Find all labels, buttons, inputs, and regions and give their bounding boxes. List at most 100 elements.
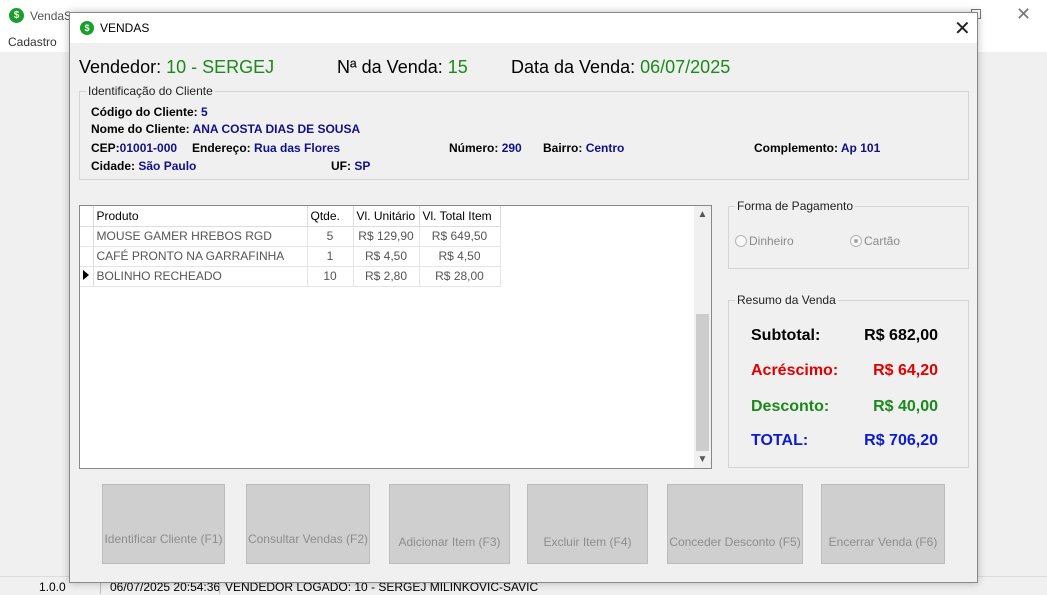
close-icon[interactable]: ✕ — [1016, 4, 1031, 25]
current-row-arrow-icon — [83, 270, 89, 280]
conceder-desconto-label: Conceder Desconto (F5) — [669, 535, 801, 549]
items-grid[interactable]: Produto Qtde. Vl. Unitário Vl. Total Ite… — [79, 205, 712, 469]
row-header[interactable] — [80, 266, 94, 287]
client-complement-value: Ap 101 — [840, 141, 881, 155]
identificar-cliente-button[interactable]: Identificar Cliente (F1) — [102, 484, 225, 564]
cell-vl-total[interactable]: R$ 28,00 — [419, 266, 501, 287]
cell-vl-total[interactable]: R$ 649,50 — [419, 226, 501, 247]
column-header-vl-total[interactable]: Vl. Total Item — [419, 206, 501, 227]
column-header-vl-unitario[interactable]: Vl. Unitário — [353, 206, 420, 227]
client-neighborhood: Bairro: Centro — [543, 141, 624, 155]
radio-cartao-label: Cartão — [864, 234, 901, 248]
acrescimo-label: Acréscimo: — [751, 362, 839, 379]
client-number-value: 290 — [501, 141, 522, 155]
client-neighborhood-label: Bairro: — [543, 141, 583, 155]
client-city-label: Cidade: — [91, 159, 136, 173]
radio-dinheiro[interactable]: Dinheiro — [735, 234, 794, 248]
identificar-cliente-label: Identificar Cliente (F1) — [104, 532, 223, 546]
total-value: R$ 706,20 — [864, 432, 938, 449]
cell-vl-unitario[interactable]: R$ 129,90 — [353, 226, 420, 247]
client-address-label: Endereço: — [192, 141, 251, 155]
table-row[interactable]: MOUSE GAMER HREBOS RGD 5 R$ 129,90 R$ 64… — [80, 226, 501, 247]
client-complement-label: Complemento: — [754, 141, 838, 155]
consultar-vendas-button[interactable]: Consultar Vendas (F2) — [246, 484, 370, 564]
radio-cartao[interactable]: Cartão — [850, 234, 900, 248]
vendas-dialog: $ VENDAS ✕ Vendedor: 10 - SERGEJ Nª da V… — [69, 12, 978, 583]
cell-produto[interactable]: CAFÉ PRONTO NA GARRAFINHA — [93, 246, 308, 267]
excluir-item-button[interactable]: Excluir Item (F4) — [527, 484, 648, 564]
cell-produto[interactable]: BOLINHO RECHEADO — [93, 266, 308, 287]
items-table: Produto Qtde. Vl. Unitário Vl. Total Ite… — [80, 206, 501, 287]
client-number-label: Número: — [449, 141, 499, 155]
vendedor-label: Vendedor: — [79, 57, 162, 77]
grid-vertical-scrollbar[interactable]: ▲ ▼ — [694, 206, 711, 468]
radio-dinheiro-circle[interactable] — [735, 235, 747, 247]
client-cep-label: CEP: — [91, 141, 120, 155]
close-icon[interactable]: ✕ — [954, 16, 971, 41]
client-code: Código do Cliente: 5 — [91, 105, 208, 119]
cell-qtde[interactable]: 5 — [307, 226, 354, 247]
cell-qtde[interactable]: 10 — [307, 266, 354, 287]
client-cep: CEP:01001-000 — [91, 141, 177, 155]
venda-number-value: 15 — [447, 57, 468, 77]
adicionar-item-button[interactable]: Adicionar Item (F3) — [389, 484, 510, 564]
client-neighborhood-value: Centro — [585, 141, 625, 155]
radio-cartao-circle[interactable] — [850, 235, 862, 247]
acrescimo-value: R$ 64,20 — [873, 362, 938, 379]
cell-vl-total[interactable]: R$ 4,50 — [419, 246, 501, 267]
grid-header-row: Produto Qtde. Vl. Unitário Vl. Total Ite… — [80, 206, 501, 227]
client-number: Número: 290 — [449, 141, 522, 155]
client-state-label: UF: — [331, 159, 351, 173]
table-row[interactable]: CAFÉ PRONTO NA GARRAFINHA 1 R$ 4,50 R$ 4… — [80, 246, 501, 267]
table-row[interactable]: BOLINHO RECHEADO 10 R$ 2,80 R$ 28,00 — [80, 266, 501, 287]
scroll-thumb[interactable] — [696, 314, 709, 451]
client-group-legend: Identificação do Cliente — [88, 84, 213, 98]
client-address-value: Rua das Flores — [254, 141, 341, 155]
consultar-vendas-label: Consultar Vendas (F2) — [247, 532, 369, 546]
client-cep-value: 01001-000 — [119, 141, 178, 155]
status-version: 1.0.0 — [39, 580, 66, 594]
dialog-title: VENDAS — [100, 21, 150, 35]
client-name-label: Nome do Cliente: — [91, 122, 190, 136]
encerrar-venda-label: Encerrar Venda (F6) — [828, 535, 938, 549]
excluir-item-label: Excluir Item (F4) — [543, 535, 632, 549]
dollar-icon: $ — [80, 21, 94, 35]
main-window-title: VendaS — [30, 9, 73, 23]
dialog-titlebar: $ VENDAS ✕ — [70, 13, 977, 43]
client-city: Cidade: São Paulo — [91, 159, 196, 173]
venda-date-label: Data da Venda: — [511, 57, 636, 77]
column-header-produto[interactable]: Produto — [93, 206, 308, 227]
client-state-value: SP — [354, 159, 371, 173]
radio-dinheiro-label: Dinheiro — [749, 234, 794, 248]
vendedor-header: Vendedor: 10 - SERGEJ — [79, 57, 274, 78]
row-header-corner — [80, 206, 94, 227]
desconto-label: Desconto: — [751, 398, 830, 415]
adicionar-item-label: Adicionar Item (F3) — [398, 535, 501, 549]
venda-number-label: Nª da Venda: — [337, 57, 443, 77]
scroll-up-icon[interactable]: ▲ — [694, 206, 711, 223]
summary-group-legend: Resumo da Venda — [737, 293, 836, 307]
menu-item-cadastro[interactable]: Cadastro — [8, 35, 57, 49]
subtotal-value: R$ 682,00 — [864, 327, 938, 344]
venda-date-value: 06/07/2025 — [640, 57, 731, 77]
client-name: Nome do Cliente: ANA COSTA DIAS DE SOUSA — [91, 122, 360, 136]
desconto-value: R$ 40,00 — [873, 398, 938, 415]
subtotal-label: Subtotal: — [751, 327, 821, 344]
row-header[interactable] — [80, 246, 94, 267]
client-name-value: ANA COSTA DIAS DE SOUSA — [192, 122, 361, 136]
client-complement: Complemento: Ap 101 — [754, 141, 880, 155]
scroll-down-icon[interactable]: ▼ — [694, 451, 711, 468]
vendedor-value: 10 - SERGEJ — [166, 57, 275, 77]
client-code-value: 5 — [201, 105, 208, 119]
cell-vl-unitario[interactable]: R$ 4,50 — [353, 246, 420, 267]
column-header-qtde[interactable]: Qtde. — [307, 206, 354, 227]
payment-group-legend: Forma de Pagamento — [737, 199, 854, 213]
client-code-label: Código do Cliente: — [91, 105, 198, 119]
conceder-desconto-button[interactable]: Conceder Desconto (F5) — [667, 484, 803, 564]
row-header[interactable] — [80, 226, 94, 247]
encerrar-venda-button[interactable]: Encerrar Venda (F6) — [821, 484, 945, 564]
dollar-icon: $ — [9, 8, 24, 23]
cell-vl-unitario[interactable]: R$ 2,80 — [353, 266, 420, 287]
cell-qtde[interactable]: 1 — [307, 246, 354, 267]
cell-produto[interactable]: MOUSE GAMER HREBOS RGD — [93, 226, 308, 247]
